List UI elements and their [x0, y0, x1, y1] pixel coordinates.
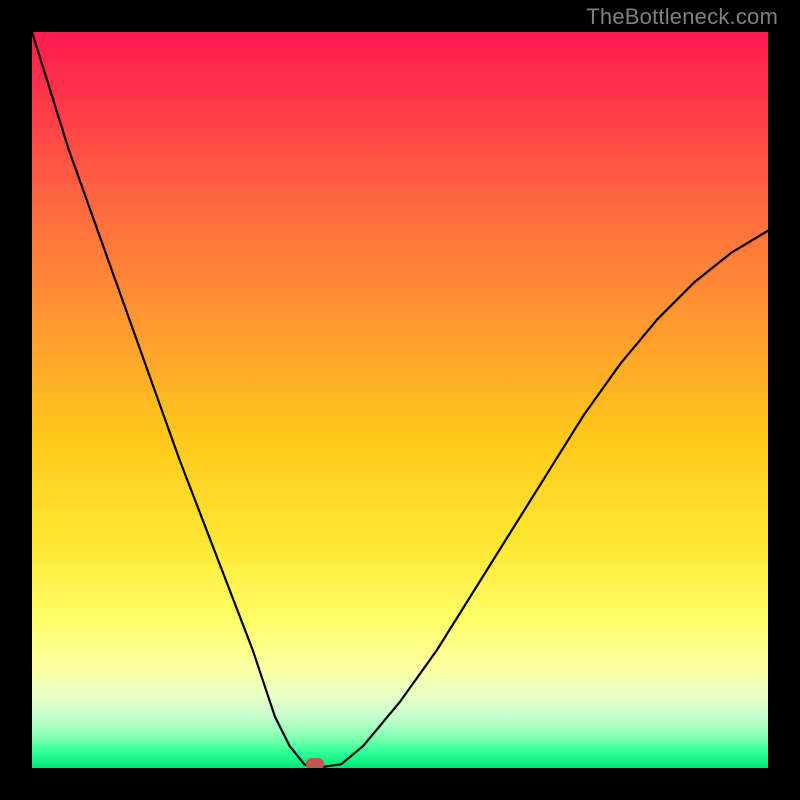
chart-frame: TheBottleneck.com: [0, 0, 800, 800]
curve-path: [32, 32, 768, 768]
bottleneck-curve: [32, 32, 768, 768]
optimal-point-marker: [306, 758, 324, 768]
plot-area: [32, 32, 768, 768]
watermark-text: TheBottleneck.com: [586, 4, 778, 30]
